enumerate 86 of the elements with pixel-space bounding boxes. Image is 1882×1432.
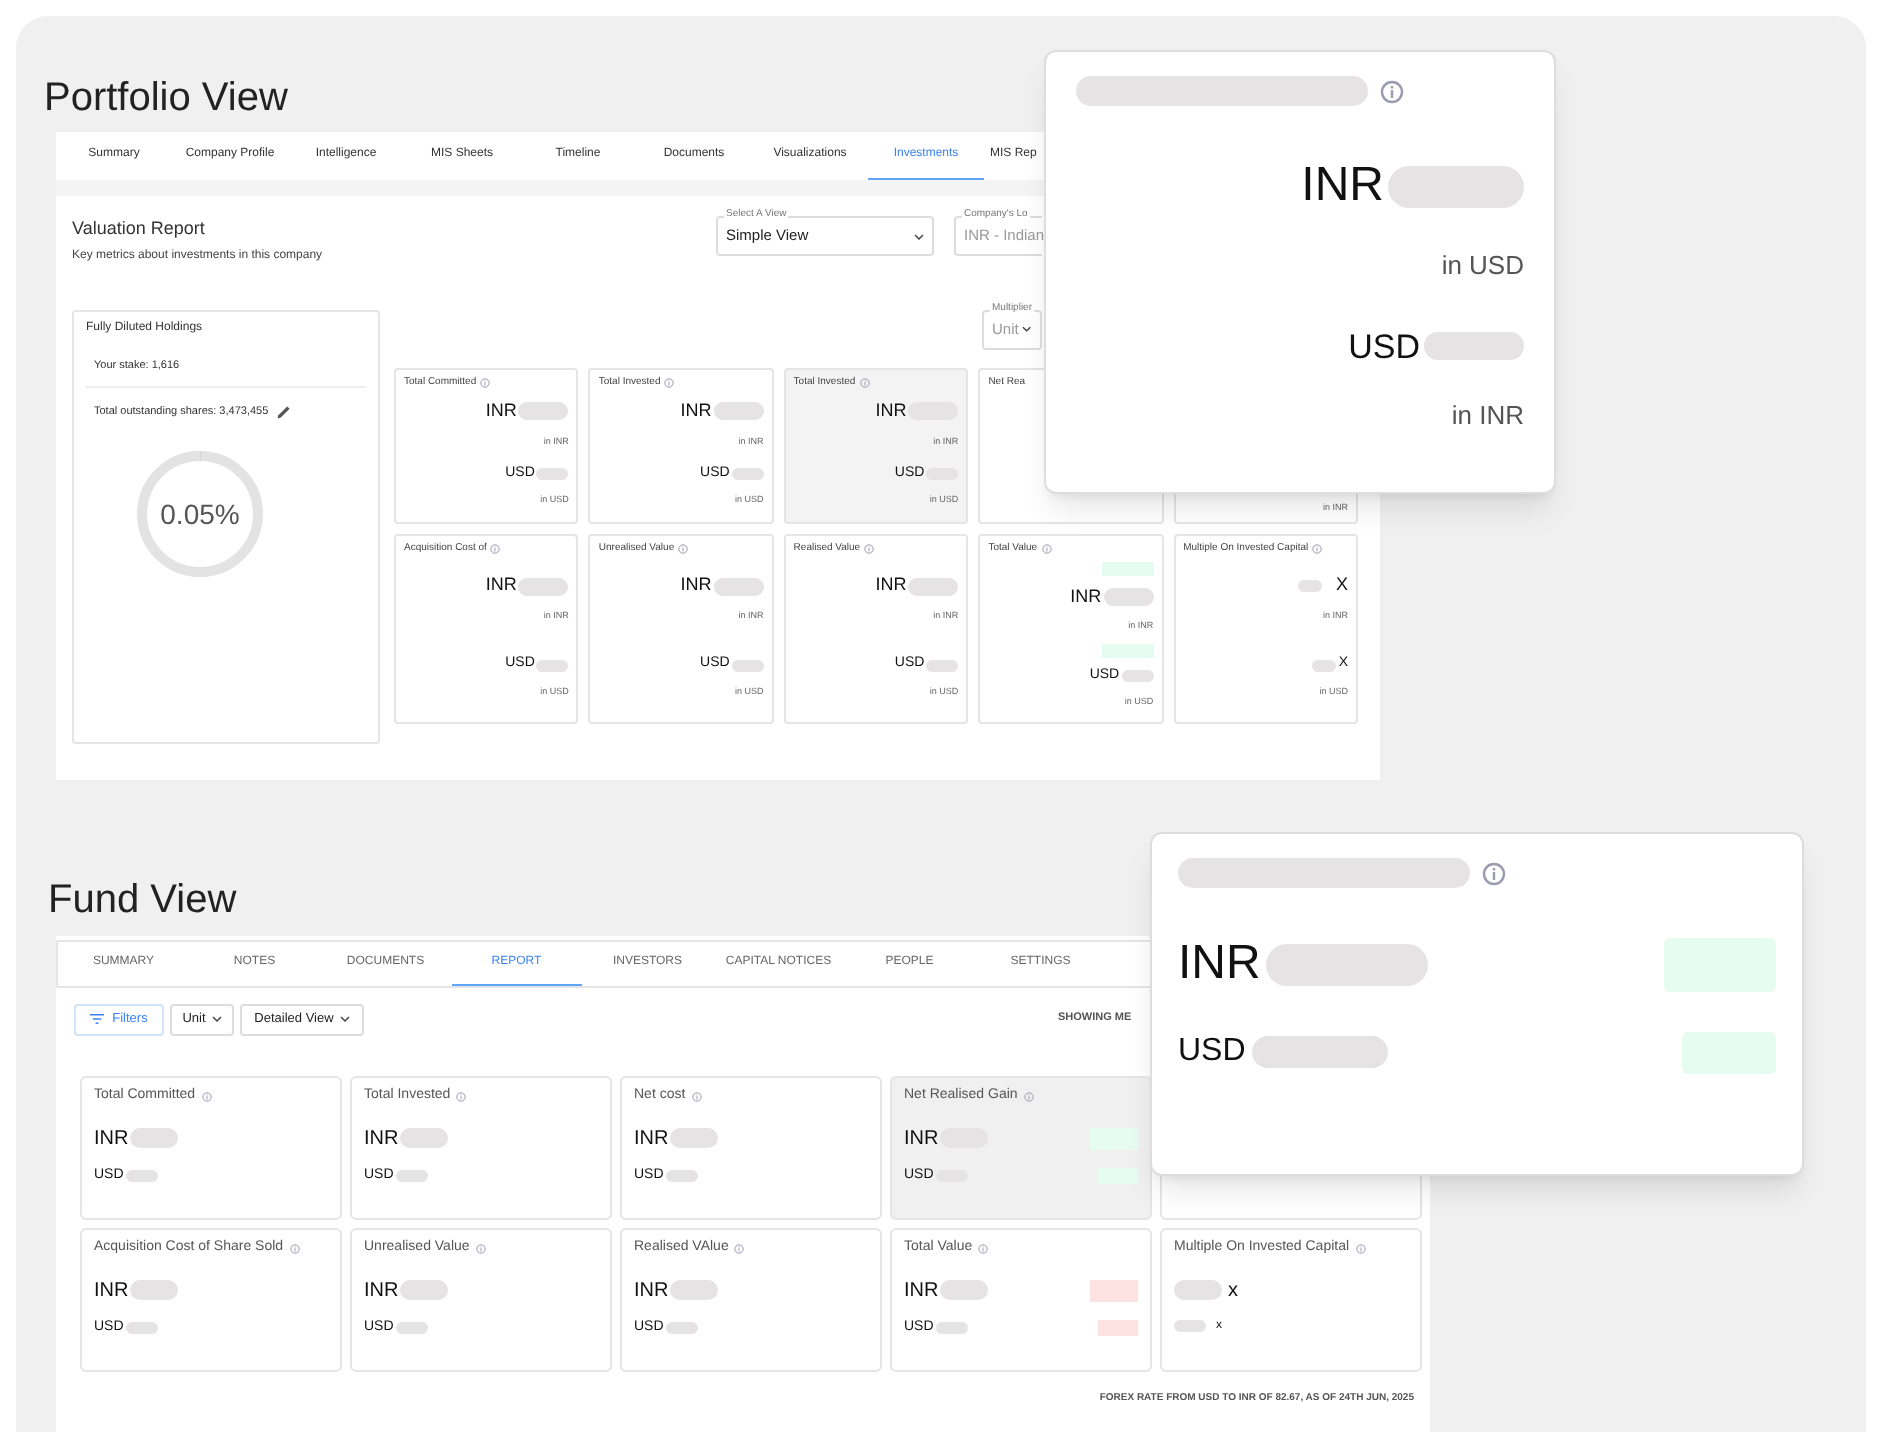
redacted-bar (130, 1280, 179, 1300)
redacted-bar (731, 659, 764, 672)
redacted-bar (400, 1280, 449, 1300)
currency-label: INR (94, 1277, 129, 1305)
info-icon (480, 378, 491, 388)
redacted-bar (731, 467, 764, 480)
redacted-bar (130, 1128, 179, 1148)
redacted-bar (395, 1169, 428, 1182)
info-icon (1482, 861, 1506, 885)
redacted-bar (125, 1321, 158, 1334)
redacted-bar (1388, 165, 1524, 207)
currency-label: INR (364, 1277, 399, 1305)
info-icon (1312, 544, 1323, 554)
redacted-bar (670, 1280, 719, 1300)
caret-icon (1022, 326, 1032, 332)
section-heading: Fund View (48, 876, 237, 926)
info-icon (475, 1243, 486, 1254)
redacted-bar (665, 1169, 698, 1182)
info-icon (864, 544, 875, 554)
info-icon (664, 378, 675, 388)
filter-icon (90, 1014, 105, 1024)
currency-label: USD (1178, 1032, 1246, 1072)
currency-label: INR (634, 1277, 669, 1305)
redacted-bar (940, 1280, 989, 1300)
redacted-bar (908, 577, 959, 596)
currency-label: INR (875, 398, 907, 425)
unit-note: in USD (1439, 248, 1524, 284)
caret-icon (211, 1016, 222, 1022)
currency-label: INR (1178, 934, 1261, 994)
currency-label: INR (1070, 583, 1102, 610)
caret-icon (914, 233, 924, 239)
currency-label: INR (680, 572, 712, 599)
section-heading: Portfolio View (44, 74, 288, 124)
percent-value: 0.05% (160, 500, 240, 528)
redacted-bar (1312, 659, 1337, 672)
currency-label: INR (485, 572, 517, 599)
info-icon (859, 378, 870, 388)
redacted-bar (935, 1321, 968, 1334)
redacted-bar (400, 1128, 449, 1148)
multiple-suffix: X (1335, 572, 1348, 599)
currency-label: INR (364, 1125, 399, 1153)
info-icon (734, 1243, 745, 1254)
redacted-bar (518, 402, 569, 421)
pencil-icon (276, 403, 293, 420)
currency-label: INR (904, 1125, 939, 1153)
redacted-bar (713, 402, 764, 421)
currency-label: INR (1301, 156, 1384, 216)
currency-label: INR (875, 572, 907, 599)
caret-icon (339, 1016, 350, 1022)
redacted-bar (125, 1169, 158, 1182)
info-icon (978, 1243, 989, 1254)
redacted-bar (395, 1321, 428, 1334)
currency-label: INR (634, 1125, 669, 1153)
currency-label: INR (94, 1125, 129, 1153)
currency-label: USD (1348, 325, 1420, 369)
redacted-bar (536, 467, 569, 480)
currency-label: INR (904, 1277, 939, 1305)
redacted-bar (1174, 1280, 1222, 1300)
multiple-suffix: x (1228, 1277, 1238, 1305)
info-icon (691, 1091, 702, 1102)
redacted-bar (1174, 1320, 1206, 1332)
redacted-bar (1297, 580, 1322, 593)
info-icon (201, 1091, 212, 1102)
redacted-bar (665, 1321, 698, 1334)
redacted-bar (713, 577, 764, 596)
redacted-bar (536, 659, 569, 672)
redacted-bar (1103, 588, 1154, 607)
info-icon (1380, 79, 1404, 103)
report-title: Valuation Report (72, 216, 207, 242)
redacted-bar (1121, 670, 1154, 683)
progress-ring (134, 448, 266, 580)
redacted-bar (926, 659, 959, 672)
info-icon (1041, 544, 1052, 554)
redacted-bar (1424, 332, 1524, 361)
redacted-bar (518, 577, 569, 596)
unit-note: in INR (1449, 398, 1524, 434)
redacted-bar (1251, 1036, 1388, 1068)
info-icon (490, 544, 501, 554)
redacted-bar (670, 1128, 719, 1148)
info-icon (678, 544, 689, 554)
info-icon (289, 1243, 300, 1254)
info-icon (1023, 1091, 1034, 1102)
currency-label: INR (485, 398, 517, 425)
info-icon (456, 1091, 467, 1102)
currency-label: INR (680, 398, 712, 425)
info-icon (1355, 1243, 1366, 1254)
